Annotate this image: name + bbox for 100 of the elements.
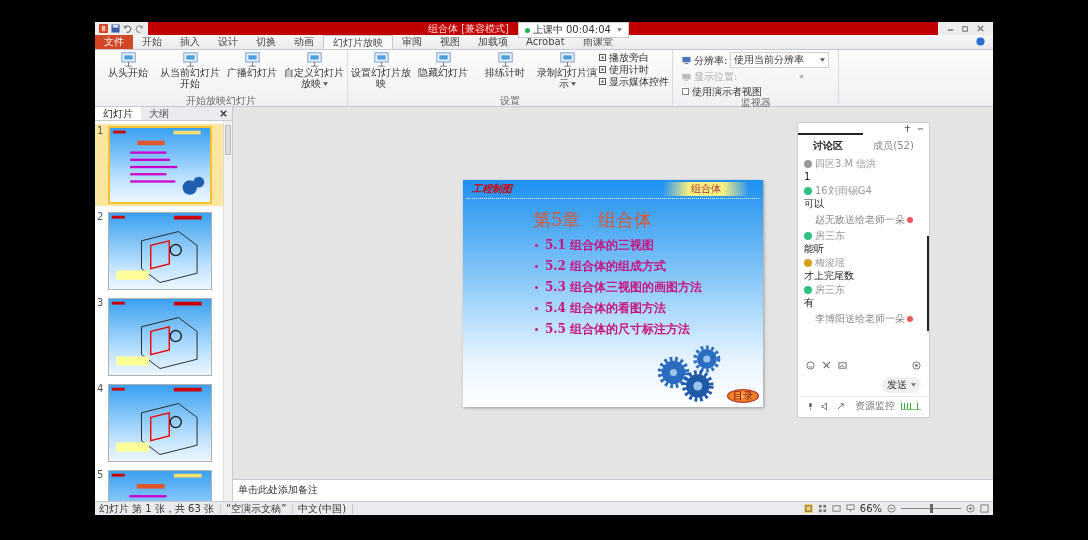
slide-number: 3 <box>97 298 105 310</box>
section-title: 组合体的组成方式 <box>569 257 666 275</box>
checkbox[interactable]: 播放旁白 <box>599 52 669 63</box>
close-icon[interactable] <box>976 24 985 33</box>
flower-icon <box>906 315 913 322</box>
app-logo-icon <box>99 24 108 33</box>
slide-count: 幻灯片 第 1 张，共 63 张 <box>99 503 221 514</box>
projector-screen-icon <box>243 52 261 67</box>
ribbon-tab[interactable]: 加载项 <box>469 35 517 49</box>
ribbon-tab[interactable]: 幻灯片放映 <box>323 35 393 49</box>
projector-screen-icon <box>496 52 514 67</box>
reading-view-icon[interactable] <box>831 504 841 513</box>
section-number: 5.5 <box>545 322 566 336</box>
message-text: 能听 <box>804 243 825 254</box>
projector-screen-icon <box>372 52 390 67</box>
chat-tab[interactable]: 成员(52) <box>873 139 914 153</box>
ribbon-tab[interactable]: 文件 <box>95 35 133 49</box>
checkbox[interactable]: 使用演示者视图 <box>682 86 830 97</box>
checkbox[interactable]: 使用计时 <box>599 64 669 75</box>
help-icon[interactable] <box>976 37 985 46</box>
resolution-label: 分辨率: <box>694 54 728 66</box>
redo-icon[interactable] <box>135 24 144 33</box>
chat-tab[interactable]: 讨论区 <box>813 139 844 153</box>
notes-field[interactable]: 单击此处添加备注 <box>233 479 993 501</box>
restore-icon[interactable] <box>961 24 970 33</box>
slide-thumbnail[interactable] <box>108 212 212 290</box>
zoom-percent[interactable]: 66% <box>859 503 882 514</box>
group-label: 开始放映幻灯片 <box>186 95 256 106</box>
scrollbar-thumb[interactable] <box>225 125 231 155</box>
ribbon-button[interactable]: 自定义幻灯片放映 <box>284 51 344 95</box>
sender-name: 梅浚瑶 <box>815 257 845 268</box>
slide-number: 2 <box>97 212 105 224</box>
save-icon[interactable] <box>111 24 120 33</box>
scrollbar-thumb[interactable] <box>927 236 929 331</box>
settings-icon[interactable] <box>912 361 921 370</box>
projector-screen-icon <box>434 52 452 67</box>
message-text: 才上完尾数 <box>804 270 855 281</box>
projector-screen-icon <box>181 52 199 67</box>
slide-thumbnail[interactable] <box>108 126 212 204</box>
close-icon[interactable] <box>219 109 228 118</box>
ribbon-tab[interactable]: 开始 <box>133 35 171 49</box>
emoji-icon[interactable] <box>806 361 815 370</box>
normal-view-icon[interactable] <box>803 504 813 513</box>
ribbon-button[interactable]: 广播幻灯片 <box>222 51 282 95</box>
ribbon-tab[interactable]: 审阅 <box>393 35 431 49</box>
slide-header: 工程制图 <box>472 181 512 196</box>
flower-icon <box>906 216 913 223</box>
resolution-dropdown[interactable]: 使用当前分辨率 <box>730 52 830 68</box>
ribbon-button[interactable]: 隐藏幻灯片 <box>413 51 473 95</box>
section-title: 组合体的尺寸标注方法 <box>569 320 690 338</box>
speaker-icon[interactable] <box>821 401 830 411</box>
ribbon-button[interactable]: 设置幻灯片放映 <box>351 51 411 95</box>
slide-topic-band: 组合体 <box>663 181 749 196</box>
ribbon-tab[interactable]: 动画 <box>285 35 323 49</box>
section-title: 组合体三视图的画图方法 <box>569 278 702 296</box>
microphone-icon[interactable] <box>806 401 815 411</box>
ribbon-tab[interactable]: 切换 <box>247 35 285 49</box>
undo-icon[interactable] <box>123 24 132 33</box>
recording-dot-icon <box>525 27 530 33</box>
share-icon[interactable] <box>836 401 845 411</box>
resource-meter-drawing <box>901 402 921 410</box>
scissors-icon[interactable] <box>822 361 831 370</box>
zoom-out-icon[interactable] <box>887 504 896 513</box>
ribbon-button[interactable]: 从头开始 <box>98 51 158 95</box>
caret-icon <box>616 28 622 32</box>
section-number: 5.1 <box>545 238 566 252</box>
slide-number: 1 <box>97 126 105 138</box>
bullet-icon <box>535 327 538 331</box>
pin-icon[interactable] <box>903 124 912 133</box>
monitor-icon <box>682 55 691 65</box>
ribbon-button[interactable]: 录制幻灯片演示 <box>537 51 597 95</box>
sender-name: 房三东 <box>815 284 845 295</box>
panel-tab[interactable]: 大纲 <box>141 107 177 120</box>
zoom-slider-thumb[interactable] <box>930 504 933 513</box>
contents-button[interactable]: 目录 <box>727 388 759 403</box>
message-text: 1 <box>804 171 812 182</box>
caret-icon <box>911 383 916 387</box>
image-icon[interactable] <box>838 361 847 370</box>
recording-status: 上课中 <box>533 25 563 35</box>
ribbon-button[interactable]: 从当前幻灯片开始 <box>160 51 220 95</box>
ribbon-tab[interactable]: 视图 <box>431 35 469 49</box>
caret-icon <box>820 58 826 62</box>
panel-tab[interactable]: 幻灯片 <box>95 107 141 120</box>
ribbon-tab[interactable]: 插入 <box>171 35 209 49</box>
slide-thumbnail[interactable] <box>108 384 212 462</box>
caret-icon <box>570 82 576 86</box>
recording-status-badge[interactable]: 上课中 00:04:04 <box>518 22 629 38</box>
slideshow-icon[interactable] <box>845 504 855 513</box>
ribbon-tab[interactable]: Acrobat <box>517 35 574 49</box>
checkbox[interactable]: 显示媒体控件 <box>599 76 669 87</box>
ribbon-button[interactable]: 排练计时 <box>475 51 535 95</box>
send-button[interactable]: 发送 <box>882 377 921 393</box>
bullet-icon <box>535 306 538 310</box>
slide-sorter-icon[interactable] <box>817 504 827 513</box>
slide-thumbnail[interactable] <box>108 298 212 376</box>
ribbon-tab[interactable]: 设计 <box>209 35 247 49</box>
zoom-in-icon[interactable] <box>966 504 975 513</box>
fit-window-icon[interactable] <box>980 504 989 513</box>
window-title: 组合体 [兼容模式] <box>428 23 509 34</box>
section-title: 组合体的看图方法 <box>569 299 666 317</box>
